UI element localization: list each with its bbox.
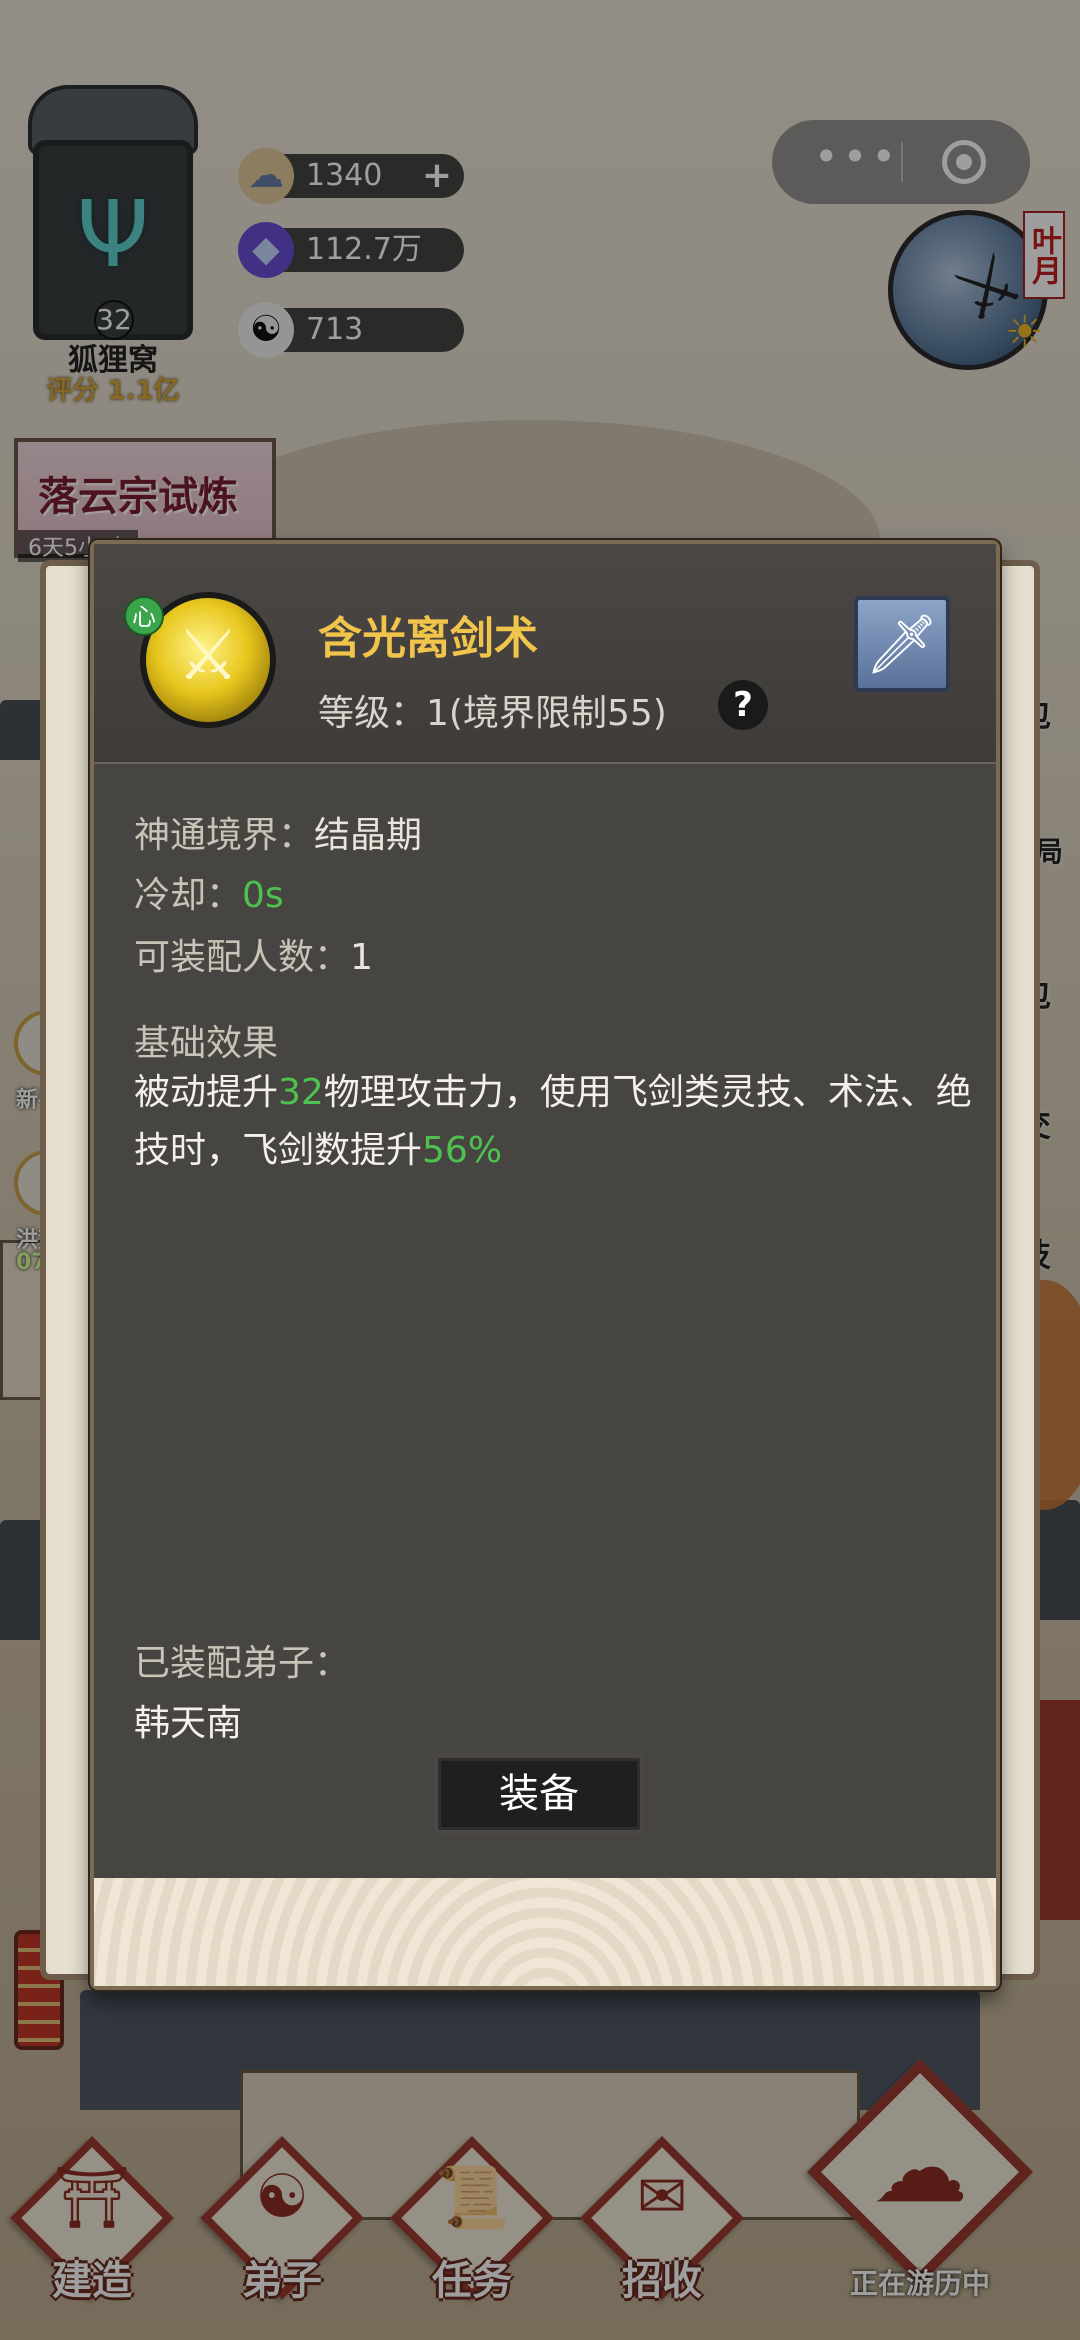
popup-header: 心 含光离剑术 等级：1(境界限制55) ? 🗡 xyxy=(94,544,996,764)
popup-footer-pattern xyxy=(94,1878,996,1986)
skill-name: 含光离剑术 xyxy=(318,613,538,664)
effect-title: 基础效果 xyxy=(134,1023,279,1064)
slots-row: 可装配人数：1 xyxy=(134,928,373,980)
effect-sword-bonus: 56% xyxy=(422,1130,503,1171)
effect-text: 被动提升 xyxy=(134,1072,279,1113)
effect-description: 被动提升32物理攻击力，使用飞剑类灵技、术法、绝技时，飞剑数提升56% xyxy=(134,1064,974,1180)
equipped-disciple-name: 韩天南 xyxy=(134,1703,243,1744)
slots-value: 1 xyxy=(350,937,373,978)
equipped-title: 已装配弟子： xyxy=(134,1643,351,1684)
cooldown-label: 冷却： xyxy=(134,875,243,916)
realm-label: 神通境界： xyxy=(134,815,315,856)
effect-attack-bonus: 32 xyxy=(278,1072,324,1113)
skill-detail-popup: 心 含光离剑术 等级：1(境界限制55) ? 🗡 神通境界：结晶期 冷却：0s … xyxy=(90,540,1000,1990)
flying-sword-type-icon: 🗡 xyxy=(854,596,950,692)
realm-value: 结晶期 xyxy=(314,815,423,856)
realm-row: 神通境界：结晶期 xyxy=(134,806,422,858)
help-icon[interactable]: ? xyxy=(718,680,768,730)
equip-button[interactable]: 装备 xyxy=(434,1754,644,1834)
popup-body: 心 含光离剑术 等级：1(境界限制55) ? 🗡 神通境界：结晶期 冷却：0s … xyxy=(94,544,996,1878)
heart-method-tag: 心 xyxy=(124,596,164,636)
cooldown-value: 0s xyxy=(242,875,284,916)
slots-label: 可装配人数： xyxy=(134,937,351,978)
skill-level: 等级：1(境界限制55) xyxy=(318,693,667,734)
cooldown-row: 冷却：0s xyxy=(134,866,284,918)
